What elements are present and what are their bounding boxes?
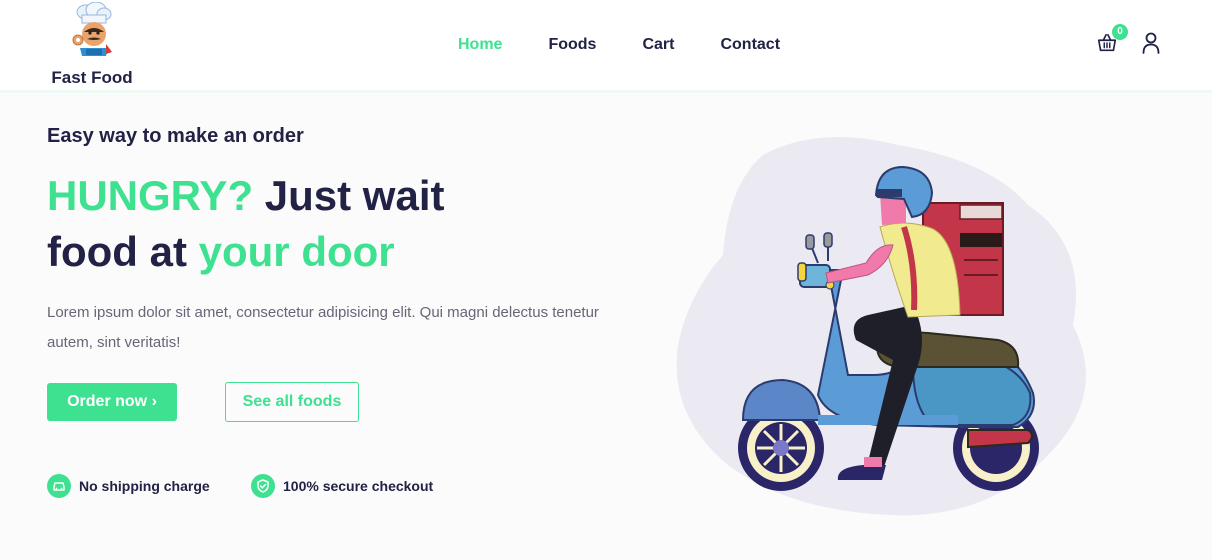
order-now-button[interactable]: Order now ›: [47, 383, 177, 421]
main-nav: Home Foods Cart Contact: [458, 36, 826, 54]
cart-count-badge: 0: [1112, 24, 1128, 40]
hero-title-accent-1: HUNGRY?: [47, 172, 254, 219]
shield-check-icon: [251, 474, 275, 498]
hero-title-plain-1: Just wait: [253, 172, 445, 219]
cart-button[interactable]: 0: [1096, 24, 1128, 56]
nav-cart[interactable]: Cart: [642, 36, 674, 54]
nav-home[interactable]: Home: [458, 36, 502, 54]
chef-logo-icon: [72, 2, 112, 56]
hero-description: Lorem ipsum dolor sit amet, consectetur …: [47, 304, 599, 351]
user-icon: [1142, 32, 1160, 54]
site-header: Fast Food Home Foods Cart Contact 0: [0, 0, 1212, 93]
brand-name: Fast Food: [51, 68, 133, 87]
feature-label: 100% secure checkout: [283, 478, 434, 494]
nav-foods[interactable]: Foods: [548, 36, 596, 54]
hero-title-plain-2: food at: [47, 228, 199, 275]
car-icon: [47, 474, 71, 498]
scooter-rider-image: [676, 137, 1086, 516]
feature-label: No shipping charge: [79, 478, 210, 494]
see-all-foods-button[interactable]: See all foods: [225, 382, 359, 422]
feature-no-shipping: No shipping charge: [47, 474, 210, 498]
hero-subtitle: Easy way to make an order: [47, 125, 304, 147]
brand-logo[interactable]: Fast Food: [50, 2, 134, 88]
header-actions: 0: [1096, 24, 1166, 60]
feature-secure-checkout: 100% secure checkout: [251, 474, 433, 498]
delivery-scooter-illustration: [668, 135, 1118, 520]
nav-contact[interactable]: Contact: [720, 36, 780, 54]
hero-title-accent-2: your door: [198, 228, 395, 275]
hero-title: HUNGRY? Just wait food at your door: [47, 168, 607, 280]
user-button[interactable]: [1142, 32, 1162, 56]
